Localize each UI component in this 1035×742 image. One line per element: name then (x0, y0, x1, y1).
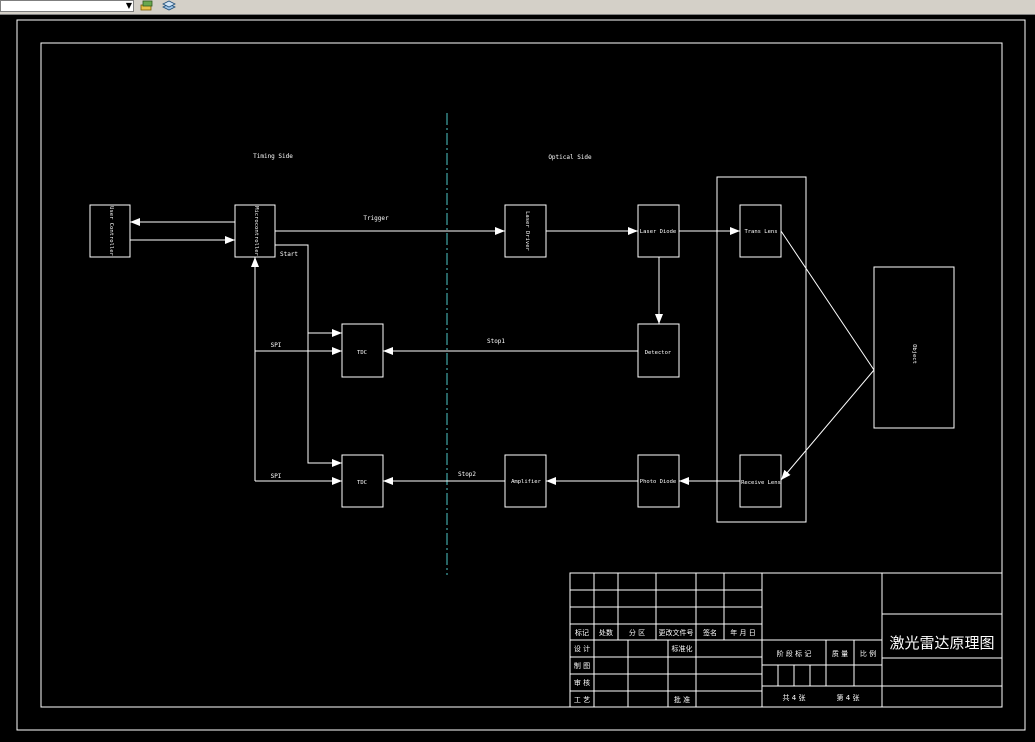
layer-properties-icon[interactable] (140, 0, 154, 12)
row-process: 工 艺 (574, 696, 590, 704)
trigger-label: Trigger (363, 215, 389, 222)
scale-cell: 比 例 (860, 649, 876, 658)
start-to-tdc2-arrow (307, 333, 342, 467)
mass-cell: 质 量 (832, 649, 848, 658)
laser-driver-label: Laser Driver (524, 211, 530, 251)
standardize-cell: 标准化 (672, 644, 693, 653)
spi-label-2: SPI (271, 473, 282, 480)
microcontroller-label: Microcontroller (253, 206, 259, 256)
amplifier-label: Amplifier (511, 479, 541, 485)
trans-lens-label: Trans Lens (744, 229, 777, 235)
header-cell-count: 处数 (599, 628, 613, 637)
optical-side-label: Optical Side (548, 154, 592, 161)
object-label: Object (911, 344, 917, 364)
header-cell-signature: 签名 (703, 628, 717, 637)
timing-side-label: Timing Side (253, 153, 293, 160)
sheet-number-cell: 第 4 张 (837, 693, 860, 702)
trans-beam-line (780, 230, 875, 371)
layer-combo[interactable]: ▼ (0, 0, 134, 12)
schematic-drawing: Timing Side Optical Side User Controller… (16, 19, 1026, 731)
row-draft: 制 图 (574, 661, 590, 670)
drawing-canvas[interactable]: Timing Side Optical Side User Controller… (0, 15, 1035, 738)
toolbar: ▼ (0, 0, 1035, 15)
return-beam-arrow (780, 369, 875, 481)
header-cell-mark: 标记 (575, 628, 589, 637)
tdc-label-2: TDC (357, 480, 367, 486)
header-cell-change-doc: 更改文件号 (659, 628, 694, 637)
receive-lens-label: Receive Lens (741, 480, 781, 486)
chevron-down-icon[interactable]: ▼ (126, 1, 132, 11)
header-cell-zone: 分 区 (629, 628, 645, 637)
start-label: Start (280, 251, 298, 258)
tdc-label-1: TDC (357, 350, 367, 356)
layer-stack-icon[interactable] (162, 0, 176, 12)
laser-diode-label: Laser Diode (640, 229, 676, 235)
detector-label: Detector (645, 350, 672, 356)
row-design: 设 计 (574, 644, 590, 653)
row-review: 审 核 (574, 678, 590, 687)
photo-diode-label: Photo Diode (640, 479, 676, 485)
sheets-total-cell: 共 4 张 (783, 693, 806, 702)
spi-label-1: SPI (271, 342, 282, 349)
stop1-label: Stop1 (487, 338, 505, 345)
sheet-inner-border (40, 42, 1003, 708)
stop2-label: Stop2 (458, 471, 476, 478)
stage-mark-cell: 阶 段 标 记 (777, 649, 812, 658)
drawing-title: 激光雷达原理图 (889, 634, 994, 652)
user-controller-label: User Controller (108, 206, 114, 256)
approve-cell: 批 准 (674, 695, 690, 704)
start-to-tdc1-arrow (275, 244, 342, 337)
header-cell-date: 年 月 日 (730, 628, 755, 637)
